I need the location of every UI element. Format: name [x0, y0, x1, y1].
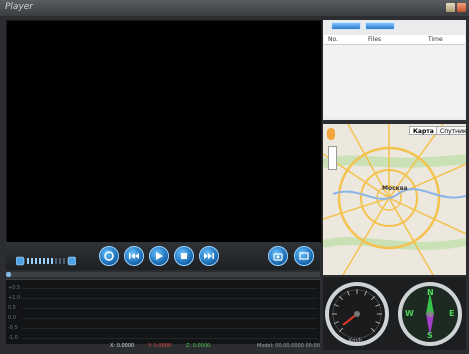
file-list-tab[interactable] — [331, 22, 361, 30]
graph-y-label: +0.5 — [8, 285, 21, 291]
map-city-label: Москва — [382, 185, 408, 192]
graph-y-label: 0.0 — [8, 315, 16, 321]
map-type-tab[interactable]: Карта — [409, 126, 438, 135]
volume-bar — [27, 258, 29, 264]
volume-bar — [51, 258, 53, 264]
seek-bar-progress — [6, 272, 11, 277]
volume-slider[interactable] — [15, 251, 77, 266]
minimize-button[interactable] — [446, 3, 455, 12]
map-view[interactable]: Карта Спутник Москва — [323, 124, 466, 275]
folder-icon — [299, 252, 309, 260]
speedometer-gauge — [325, 282, 389, 346]
seek-bar[interactable] — [6, 272, 320, 277]
camera-icon — [273, 253, 283, 261]
refresh-icon — [104, 251, 114, 261]
column-no: No. — [328, 36, 338, 43]
graph-y-label: -1.0 — [8, 335, 18, 341]
volume-bar — [39, 258, 41, 264]
play-button[interactable] — [149, 246, 169, 266]
graph-gridline — [22, 328, 318, 329]
satellite-type-tab[interactable]: Спутник — [436, 126, 466, 135]
stop-icon — [181, 253, 187, 259]
graph-gridline — [22, 338, 318, 339]
event-list-tab[interactable] — [365, 22, 395, 30]
file-list-panel: No. Files Time — [323, 20, 466, 120]
compass-north-label: N — [427, 288, 434, 297]
file-list-header: No. Files Time — [324, 35, 465, 45]
graph-gridline — [22, 308, 318, 309]
city-map — [323, 124, 466, 275]
skip-back-icon — [129, 253, 139, 259]
compass-east-label: E — [449, 309, 455, 318]
volume-bar — [31, 258, 33, 264]
file-list[interactable] — [324, 45, 465, 117]
x-axis-readout: X: 0.0000 — [110, 343, 135, 349]
compass-south-label: S — [427, 331, 433, 340]
video-display[interactable] — [6, 20, 322, 243]
column-files: Files — [368, 36, 382, 43]
close-button[interactable] — [457, 3, 466, 12]
accelerometer-graph: +0.5 +1.0 0.5 0.0 -0.5 -1.0 — [6, 279, 320, 344]
settings-button[interactable] — [294, 246, 314, 266]
z-axis-readout: Z: 0.0000 — [186, 343, 211, 349]
graph-gridline — [22, 288, 318, 289]
street-view-pegman-icon[interactable] — [327, 128, 335, 140]
volume-bar — [35, 258, 37, 264]
compass-west-label: W — [405, 309, 414, 318]
gauge-graphics — [325, 282, 462, 346]
volume-bar — [59, 258, 61, 264]
column-time: Time — [428, 36, 443, 43]
volume-slider-graphic — [15, 256, 77, 266]
graph-gridline — [22, 298, 318, 299]
speed-unit-label: Km/h — [349, 338, 363, 344]
play-icon — [156, 252, 163, 260]
window-title: Player — [5, 2, 34, 12]
volume-bar — [47, 258, 49, 264]
volume-bar — [43, 258, 45, 264]
previous-button[interactable] — [124, 246, 144, 266]
graph-y-label: +1.0 — [8, 295, 21, 301]
graph-y-label: 0.5 — [8, 305, 16, 311]
graph-y-label: -0.5 — [8, 325, 18, 331]
volume-bars — [27, 258, 65, 264]
zoom-control[interactable] — [328, 146, 337, 170]
title-bar: Player — [0, 0, 469, 16]
skip-forward-icon — [204, 253, 214, 259]
volume-bar — [55, 258, 57, 264]
stop-button[interactable] — [174, 246, 194, 266]
playback-control-bar — [6, 242, 320, 270]
y-axis-readout: Y: 0.0000 — [148, 343, 172, 349]
open-file-button[interactable] — [99, 246, 119, 266]
graph-gridline — [22, 318, 318, 319]
volume-bar — [63, 258, 65, 264]
gauge-panel: Km/h N E S W — [323, 277, 466, 350]
model-readout: Model: 00.00.0000 00:00 — [257, 343, 320, 349]
screenshot-button[interactable] — [268, 246, 288, 266]
next-button[interactable] — [199, 246, 219, 266]
